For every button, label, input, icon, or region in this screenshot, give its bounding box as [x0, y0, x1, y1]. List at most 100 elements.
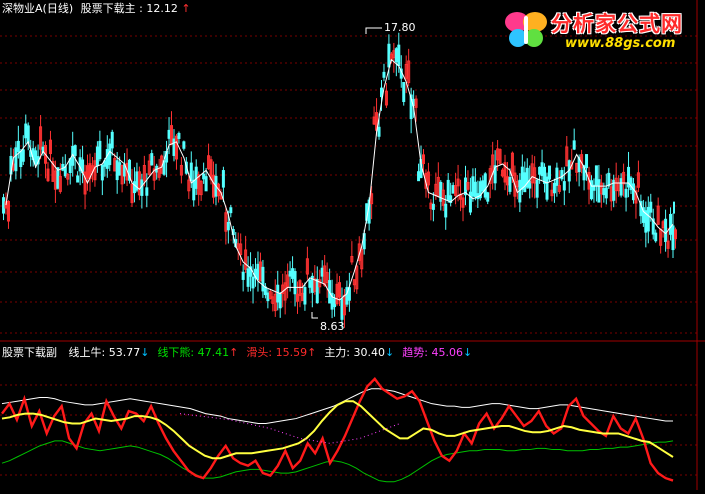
candle-body	[520, 166, 524, 190]
legend-value: 45.06	[427, 346, 463, 359]
candle-body	[481, 180, 485, 192]
candle-body	[562, 181, 566, 191]
candle-body	[555, 167, 559, 186]
upper-header: 深物业A(日线) 股票下载主 : 12.12 ↑	[2, 2, 191, 16]
candle-body	[95, 146, 99, 166]
candle-body	[649, 201, 653, 213]
candle-body	[624, 188, 628, 198]
legend-item: 主力: 30.40↓	[324, 346, 394, 359]
up-arrow-icon: ↑	[181, 2, 191, 15]
candle-body	[226, 222, 230, 231]
candle-body	[108, 143, 112, 166]
candle-body	[379, 87, 383, 98]
candle-body	[320, 267, 324, 277]
candle-body	[333, 298, 337, 308]
candle-body	[394, 48, 398, 63]
candle-body	[118, 162, 122, 176]
down-arrow-icon: ↓	[462, 346, 473, 359]
candle-body	[276, 284, 280, 303]
candle-body	[397, 44, 401, 67]
candle-body	[167, 129, 171, 139]
butterfly-logo-icon	[505, 12, 547, 47]
chart-stage: 深物业A(日线) 股票下载主 : 12.12 ↑ 分析家公式网 www.88gs…	[0, 0, 705, 490]
candle-body	[26, 125, 30, 144]
candle-body	[451, 185, 455, 194]
candle-body	[241, 271, 245, 280]
high-label: 17.80	[384, 21, 416, 34]
candle-body	[664, 218, 668, 243]
candle-body	[73, 145, 77, 156]
candle-body	[98, 140, 102, 160]
candle-body	[303, 287, 307, 305]
candle-body	[545, 176, 549, 200]
candle-body	[291, 268, 295, 279]
candle-body	[110, 131, 114, 149]
candle-body	[288, 270, 292, 277]
legend-label: 趋势:	[402, 346, 428, 359]
candle-body	[486, 192, 490, 202]
candle-body	[508, 177, 512, 192]
indicator-value: 12.12	[146, 2, 178, 15]
candle-body	[538, 166, 542, 175]
low-marker	[311, 312, 318, 319]
candle-body	[132, 181, 136, 194]
sub-legend: 线上牛: 53.77↓ 线下熊: 47.41↑ 滑头: 15.59↑ 主力: 30.4…	[61, 346, 473, 359]
sub-title: 股票下载副	[2, 346, 57, 359]
candle-body	[221, 170, 225, 188]
candle-body	[402, 82, 406, 103]
candle-body	[473, 181, 477, 197]
candle-body	[602, 188, 606, 196]
low-label: 8.63	[320, 320, 345, 333]
watermark-logo: 分析家公式网 www.88gs.com	[499, 2, 699, 58]
candle-body	[204, 176, 208, 192]
candle-body	[572, 140, 576, 150]
watermark-url: www.88gs.com	[565, 36, 676, 51]
candle-body	[293, 271, 297, 295]
candle-body	[192, 179, 196, 201]
indicator-colon: :	[139, 2, 143, 15]
legend-item: 线下熊: 47.41↑	[157, 346, 238, 359]
candle-body	[246, 268, 250, 287]
candle-body	[105, 149, 109, 169]
candle-body	[604, 187, 608, 199]
candle-body	[2, 197, 6, 214]
candlesticks	[2, 32, 677, 328]
candle-body	[182, 141, 186, 149]
candle-body	[547, 165, 551, 180]
candle-body	[261, 266, 265, 292]
candle-body	[172, 138, 176, 156]
candle-body	[654, 232, 658, 242]
up-arrow-icon: ↑	[307, 346, 317, 359]
candle-body	[671, 225, 675, 251]
series-线下熊	[1, 440, 674, 483]
candle-body	[34, 150, 38, 165]
up-arrow-icon: ↑	[229, 346, 239, 359]
candle-body	[446, 179, 450, 201]
candle-body	[523, 172, 527, 193]
down-arrow-icon: ↓	[140, 346, 150, 359]
high-marker	[365, 27, 382, 34]
legend-item: 滑头: 15.59↑	[246, 346, 316, 359]
candle-body	[585, 154, 589, 169]
candle-body	[468, 191, 472, 213]
watermark-title: 分析家公式网	[551, 12, 683, 36]
candle-body	[382, 71, 386, 78]
candle-body	[431, 203, 435, 210]
candle-body	[594, 165, 598, 187]
chart-svg	[0, 0, 705, 490]
candle-body	[19, 150, 23, 168]
legend-value: 53.77	[105, 346, 141, 359]
candle-body	[315, 278, 319, 304]
legend-value: 47.41	[194, 346, 230, 359]
candle-body	[115, 160, 119, 181]
candle-body	[646, 206, 650, 232]
series-滑头	[1, 377, 674, 482]
candle-body	[150, 153, 154, 166]
candle-body	[100, 164, 104, 181]
legend-label: 主力:	[324, 346, 351, 359]
candle-body	[202, 173, 206, 180]
candle-body	[377, 126, 381, 137]
candle-body	[251, 276, 255, 289]
candle-body	[266, 292, 270, 302]
candle-body	[631, 183, 635, 201]
